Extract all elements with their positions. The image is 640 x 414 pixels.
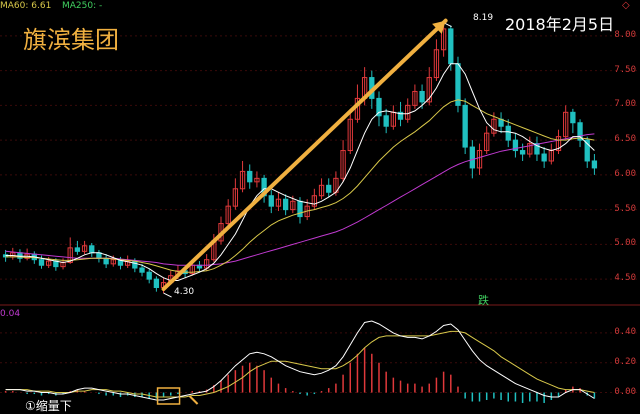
candle-body: [541, 153, 547, 162]
stock-title: 旗滨集团: [23, 26, 119, 54]
trend-arrow-shaft: [161, 18, 448, 292]
macd-dea-line: [5, 330, 595, 398]
bottom-annotation: ①缩量下: [25, 399, 72, 413]
candle-body: [519, 150, 526, 155]
candle-body: [448, 28, 454, 65]
price-tick-label: 6.50: [614, 134, 636, 145]
candle-body: [505, 125, 511, 141]
candle-body: [455, 63, 461, 106]
candle-body: [103, 257, 109, 265]
candle-body: [282, 198, 289, 211]
drop-label: 跌: [478, 294, 489, 307]
candle-body: [139, 267, 145, 273]
price-tick-label: 5.00: [614, 238, 636, 249]
candle-body: [268, 195, 274, 207]
candle-body: [74, 247, 81, 252]
candle-body: [383, 115, 389, 127]
macd-highlight-box: [156, 387, 181, 405]
candle-body: [132, 260, 138, 269]
stock-chart: [0, 18, 640, 405]
candle-body: [89, 245, 95, 254]
candle-body: [591, 160, 598, 169]
candle-body: [326, 184, 332, 193]
price-tick-label: 8.00: [614, 29, 636, 40]
candle-body: [53, 260, 59, 268]
candle-body: [297, 200, 303, 218]
macd-tick-label: 0.40: [614, 326, 636, 337]
date-annotation: 2018年2月5日: [505, 15, 615, 34]
low-price-label: 4.30: [174, 287, 195, 297]
ma250-legend: MA250: -: [62, 1, 103, 11]
price-tick-label: 6.00: [614, 168, 636, 179]
pointer-arrow: [188, 395, 199, 405]
candle-body: [146, 271, 152, 280]
price-tick-label: 4.50: [614, 273, 636, 284]
price-tick-label: 7.00: [614, 99, 636, 110]
candle-body: [469, 146, 475, 169]
high-price-label: 8.19: [473, 13, 494, 23]
price-tick-label: 5.50: [614, 203, 636, 214]
macd-value: 0.04: [0, 309, 21, 319]
candle-body: [38, 259, 45, 266]
candle-body: [462, 104, 468, 148]
diamond-icon: ◇: [622, 0, 630, 11]
price-tick-label: 7.50: [614, 64, 636, 75]
candle-body: [247, 170, 253, 183]
macd-tick-label: 0.20: [614, 356, 636, 367]
low-marker: [163, 292, 172, 298]
candle-body: [419, 90, 425, 103]
ma60-legend: MA60: 6.61: [0, 1, 52, 11]
candle-body: [570, 111, 576, 124]
macd-tick-label: 0.00: [614, 386, 636, 397]
candle-body: [153, 278, 160, 288]
